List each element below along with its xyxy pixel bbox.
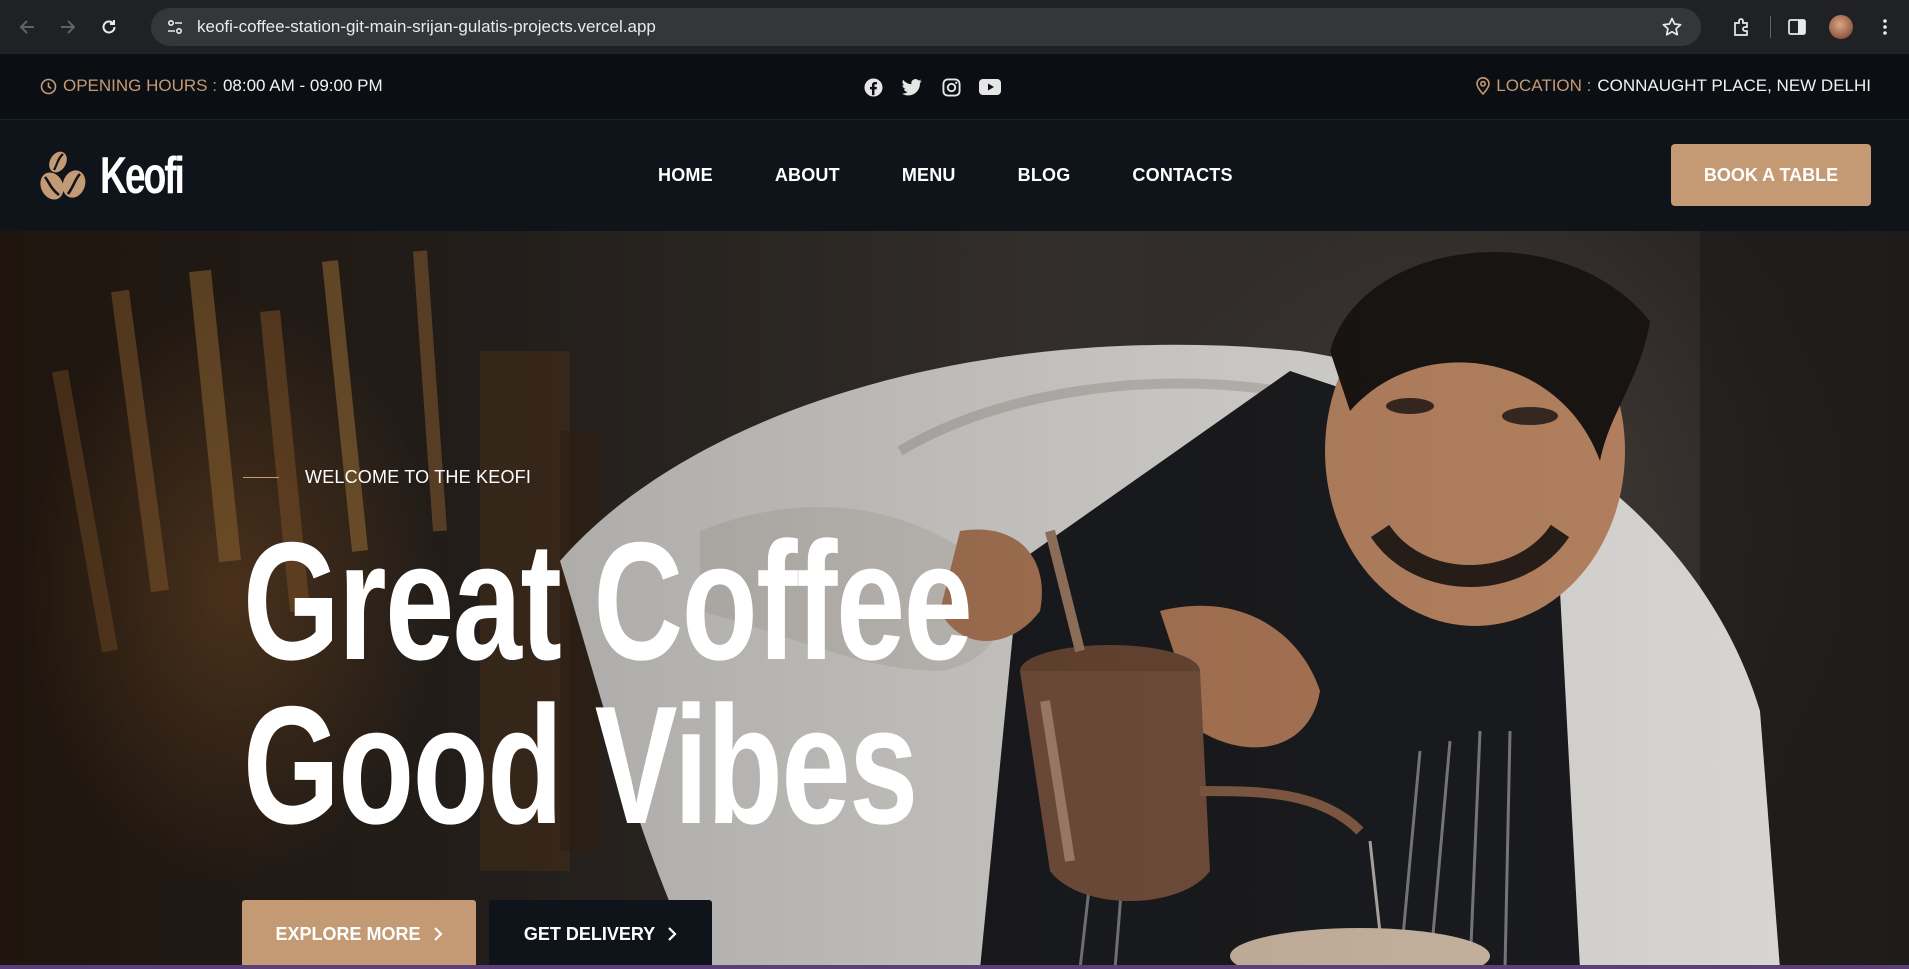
site-logo[interactable]: Keofi — [36, 146, 215, 206]
nav-home[interactable]: HOME — [658, 165, 713, 186]
explore-more-label: EXPLORE MORE — [275, 923, 421, 944]
eyebrow-text: WELCOME TO THE KEOFI — [305, 467, 532, 487]
hero-headline: Great Coffee Good Vibes — [243, 507, 973, 859]
window-bottom-border — [0, 965, 1909, 969]
back-icon[interactable] — [13, 13, 41, 41]
coffee-beans-icon — [36, 148, 92, 204]
toolbar-divider — [1770, 16, 1771, 38]
nav-contacts[interactable]: CONTACTS — [1132, 165, 1232, 186]
clock-icon — [40, 78, 57, 95]
nav-menu[interactable]: MENU — [902, 165, 956, 186]
opening-hours: OPENING HOURS : 08:00 AM - 09:00 PM — [40, 76, 383, 96]
map-pin-icon — [1476, 77, 1491, 95]
location-label: LOCATION : — [1496, 76, 1592, 95]
chevron-right-icon — [433, 926, 443, 942]
location: LOCATION : CONNAUGHT PLACE, NEW DELHI — [1476, 76, 1871, 96]
bookmark-star-icon[interactable] — [1661, 16, 1683, 43]
profile-avatar[interactable] — [1823, 9, 1859, 45]
explore-more-button[interactable]: EXPLORE MORE — [242, 900, 476, 968]
hero-eyebrow: WELCOME TO THE KEOFI — [243, 467, 531, 488]
nav-blog[interactable]: BLOG — [1018, 165, 1071, 186]
url-text[interactable]: keofi-coffee-station-git-main-srijan-gul… — [197, 17, 656, 37]
more-menu-icon[interactable] — [1867, 9, 1903, 45]
nav-about[interactable]: ABOUT — [775, 165, 840, 186]
main-navigation: HOME ABOUT MENU BLOG CONTACTS — [658, 165, 1295, 186]
site-header: Keofi HOME ABOUT MENU BLOG CONTACTS BOOK… — [0, 120, 1909, 231]
eyebrow-line — [243, 477, 279, 478]
reload-icon[interactable] — [95, 13, 123, 41]
location-value: CONNAUGHT PLACE, NEW DELHI — [1597, 76, 1871, 95]
side-panel-icon[interactable] — [1779, 9, 1815, 45]
get-delivery-button[interactable]: GET DELIVERY — [489, 900, 712, 968]
logo-text: Keofi — [100, 147, 185, 205]
avatar-image — [1829, 15, 1853, 39]
chevron-right-icon — [667, 926, 677, 942]
site-settings-icon[interactable] — [157, 9, 193, 45]
hours-value: 08:00 AM - 09:00 PM — [222, 76, 383, 95]
hours-label: OPENING HOURS : — [63, 76, 217, 95]
browser-toolbar: keofi-coffee-station-git-main-srijan-gul… — [0, 0, 1909, 54]
social-links — [862, 76, 1018, 98]
forward-icon[interactable] — [54, 13, 82, 41]
get-delivery-label: GET DELIVERY — [523, 923, 656, 944]
top-info-bar: OPENING HOURS : 08:00 AM - 09:00 PM LOCA… — [0, 54, 1909, 120]
extensions-icon[interactable] — [1724, 9, 1760, 45]
youtube-icon[interactable] — [979, 76, 1001, 98]
headline-line-2: Good Vibes — [243, 671, 918, 859]
instagram-icon[interactable] — [940, 76, 962, 98]
facebook-icon[interactable] — [862, 76, 884, 98]
headline-line-1: Great Coffee — [243, 507, 973, 695]
book-a-table-button[interactable]: BOOK A TABLE — [1671, 144, 1871, 206]
hero-section: WELCOME TO THE KEOFI Great Coffee Good V… — [0, 231, 1909, 969]
twitter-icon[interactable] — [901, 76, 923, 98]
address-bar[interactable]: keofi-coffee-station-git-main-srijan-gul… — [151, 8, 1701, 46]
